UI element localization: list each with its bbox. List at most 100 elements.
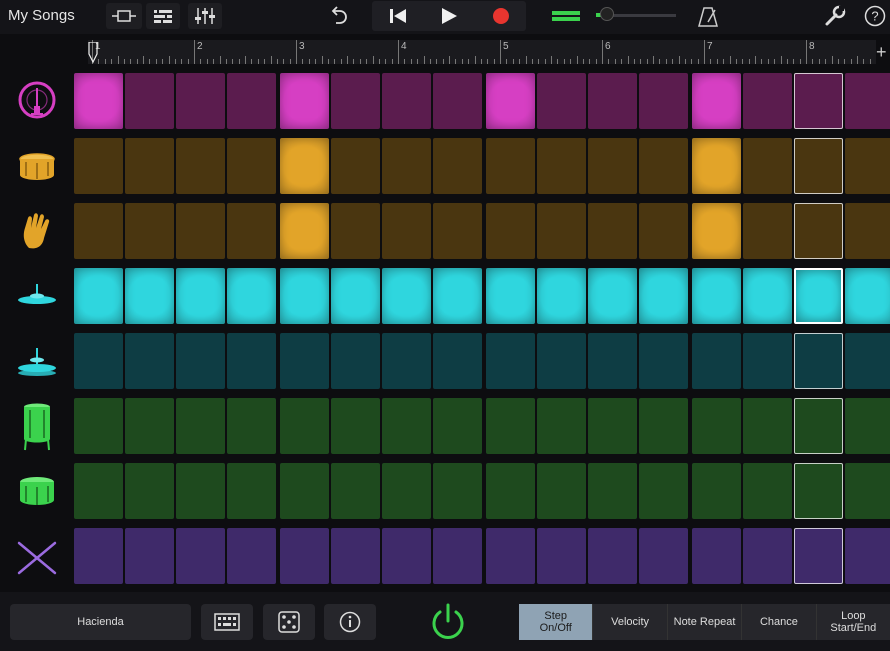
step-pad-closed-hat-6[interactable] — [331, 268, 380, 324]
step-pad-sticks-14[interactable] — [743, 528, 792, 584]
step-pad-closed-hat-3[interactable] — [176, 268, 225, 324]
step-pad-tom-3[interactable] — [176, 463, 225, 519]
step-pad-clap-7[interactable] — [382, 203, 431, 259]
pattern-preset-button[interactable]: Hacienda — [10, 604, 191, 640]
step-pad-open-hat-5[interactable] — [280, 333, 329, 389]
step-pad-clap-12[interactable] — [639, 203, 688, 259]
step-pad-snare-16[interactable] — [845, 138, 890, 194]
step-pad-sticks-13[interactable] — [692, 528, 741, 584]
step-pad-floor-tom-13[interactable] — [692, 398, 741, 454]
my-songs-button[interactable]: My Songs — [8, 7, 75, 24]
step-pad-kick-1[interactable] — [74, 73, 123, 129]
step-pad-clap-8[interactable] — [433, 203, 482, 259]
step-pad-floor-tom-7[interactable] — [382, 398, 431, 454]
step-pad-tom-16[interactable] — [845, 463, 890, 519]
step-pad-kick-11[interactable] — [588, 73, 637, 129]
step-pad-closed-hat-16[interactable] — [845, 268, 890, 324]
step-pad-snare-10[interactable] — [537, 138, 586, 194]
step-pad-closed-hat-5[interactable] — [280, 268, 329, 324]
mode-note-repeat[interactable]: Note Repeat — [666, 604, 741, 640]
step-pad-open-hat-2[interactable] — [125, 333, 174, 389]
step-pad-floor-tom-2[interactable] — [125, 398, 174, 454]
step-pad-clap-15[interactable] — [794, 203, 843, 259]
step-pad-kick-16[interactable] — [845, 73, 890, 129]
step-pad-kick-6[interactable] — [331, 73, 380, 129]
power-icon[interactable] — [428, 602, 468, 642]
step-pad-clap-2[interactable] — [125, 203, 174, 259]
step-pad-sticks-7[interactable] — [382, 528, 431, 584]
step-pad-closed-hat-7[interactable] — [382, 268, 431, 324]
step-pad-sticks-15[interactable] — [794, 528, 843, 584]
step-pad-clap-5[interactable] — [280, 203, 329, 259]
step-pad-open-hat-14[interactable] — [743, 333, 792, 389]
closed-hihat-icon[interactable] — [8, 269, 66, 325]
mixer-list-icon[interactable] — [146, 3, 180, 29]
step-pad-closed-hat-11[interactable] — [588, 268, 637, 324]
step-pad-clap-11[interactable] — [588, 203, 637, 259]
snare-drum-icon[interactable] — [8, 139, 66, 195]
step-pad-sticks-3[interactable] — [176, 528, 225, 584]
step-pad-snare-4[interactable] — [227, 138, 276, 194]
step-pad-tom-5[interactable] — [280, 463, 329, 519]
step-pad-open-hat-12[interactable] — [639, 333, 688, 389]
step-pad-closed-hat-2[interactable] — [125, 268, 174, 324]
hand-clap-icon[interactable] — [8, 204, 66, 260]
step-pad-kick-2[interactable] — [125, 73, 174, 129]
step-pad-floor-tom-1[interactable] — [74, 398, 123, 454]
step-pad-closed-hat-8[interactable] — [433, 268, 482, 324]
step-pad-clap-6[interactable] — [331, 203, 380, 259]
step-pad-open-hat-1[interactable] — [74, 333, 123, 389]
step-pad-open-hat-15[interactable] — [794, 333, 843, 389]
step-pad-snare-7[interactable] — [382, 138, 431, 194]
step-pad-tom-15[interactable] — [794, 463, 843, 519]
kick-drum-icon[interactable] — [8, 74, 66, 130]
step-pad-tom-6[interactable] — [331, 463, 380, 519]
step-pad-clap-13[interactable] — [692, 203, 741, 259]
step-pad-kick-14[interactable] — [743, 73, 792, 129]
step-pad-sticks-10[interactable] — [537, 528, 586, 584]
step-pad-closed-hat-1[interactable] — [74, 268, 123, 324]
step-pad-open-hat-16[interactable] — [845, 333, 890, 389]
step-pad-kick-7[interactable] — [382, 73, 431, 129]
step-pad-floor-tom-10[interactable] — [537, 398, 586, 454]
add-section-button[interactable]: + — [876, 42, 887, 63]
step-pad-open-hat-8[interactable] — [433, 333, 482, 389]
mode-loop-start-end[interactable]: Loop Start/End — [815, 604, 890, 640]
step-pad-closed-hat-15[interactable] — [794, 268, 843, 324]
step-pad-clap-4[interactable] — [227, 203, 276, 259]
metronome-icon[interactable] — [697, 6, 719, 28]
step-pad-kick-4[interactable] — [227, 73, 276, 129]
step-pad-open-hat-4[interactable] — [227, 333, 276, 389]
step-pad-floor-tom-8[interactable] — [433, 398, 482, 454]
step-pad-tom-14[interactable] — [743, 463, 792, 519]
step-pad-sticks-12[interactable] — [639, 528, 688, 584]
step-pad-open-hat-13[interactable] — [692, 333, 741, 389]
open-hihat-icon[interactable] — [8, 334, 66, 390]
step-pad-clap-14[interactable] — [743, 203, 792, 259]
step-pad-sticks-1[interactable] — [74, 528, 123, 584]
step-pad-tom-1[interactable] — [74, 463, 123, 519]
step-pad-open-hat-11[interactable] — [588, 333, 637, 389]
step-pad-kick-15[interactable] — [794, 73, 843, 129]
step-pad-kick-12[interactable] — [639, 73, 688, 129]
step-pad-tom-8[interactable] — [433, 463, 482, 519]
step-pad-sticks-6[interactable] — [331, 528, 380, 584]
step-pad-kick-10[interactable] — [537, 73, 586, 129]
step-pad-closed-hat-13[interactable] — [692, 268, 741, 324]
bar-ruler[interactable]: 12345678 — [88, 40, 876, 64]
step-pad-tom-11[interactable] — [588, 463, 637, 519]
step-pad-clap-9[interactable] — [486, 203, 535, 259]
step-pad-snare-9[interactable] — [486, 138, 535, 194]
step-pad-floor-tom-9[interactable] — [486, 398, 535, 454]
step-pad-tom-4[interactable] — [227, 463, 276, 519]
step-pad-closed-hat-4[interactable] — [227, 268, 276, 324]
undo-icon[interactable] — [328, 5, 352, 27]
step-pad-snare-8[interactable] — [433, 138, 482, 194]
step-pad-floor-tom-12[interactable] — [639, 398, 688, 454]
step-pad-floor-tom-3[interactable] — [176, 398, 225, 454]
rewind-icon[interactable] — [372, 1, 423, 31]
step-pad-snare-2[interactable] — [125, 138, 174, 194]
step-pad-kick-9[interactable] — [486, 73, 535, 129]
step-pad-sticks-8[interactable] — [433, 528, 482, 584]
info-icon[interactable] — [324, 604, 376, 640]
